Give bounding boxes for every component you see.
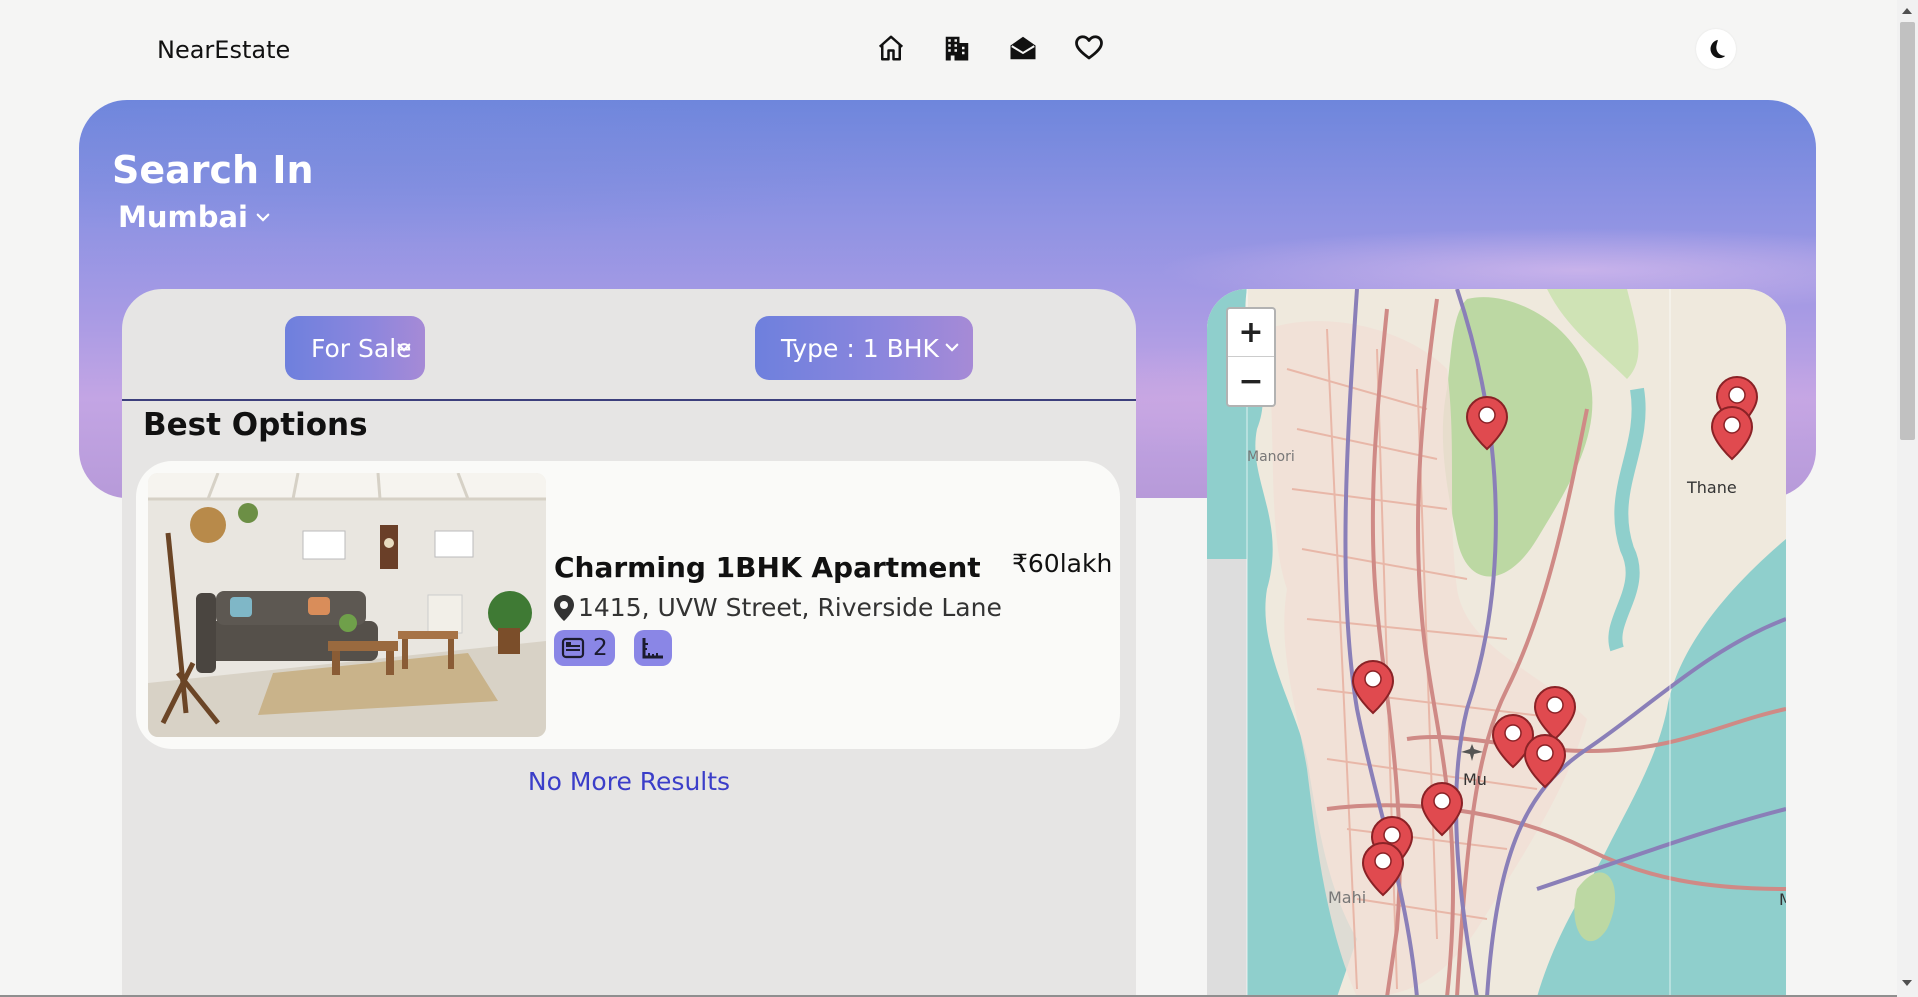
chevron-down-icon bbox=[256, 213, 270, 222]
moon-icon bbox=[1710, 39, 1726, 59]
scroll-up-arrow[interactable] bbox=[1902, 8, 1912, 14]
map-marker-pin bbox=[1362, 842, 1404, 896]
chevron-down-icon bbox=[397, 343, 411, 352]
hero-title: Search In bbox=[112, 148, 314, 192]
location-pin-icon bbox=[554, 594, 574, 621]
map-markers bbox=[1352, 376, 1758, 896]
map-marker-pin bbox=[1466, 396, 1508, 450]
map-marker-pin bbox=[1711, 406, 1753, 460]
listing-type-select[interactable]: For Sale bbox=[285, 316, 425, 380]
building-icon[interactable] bbox=[939, 30, 975, 66]
property-card[interactable]: Charming 1BHK Apartment ₹60lakh 1415, UV… bbox=[136, 461, 1120, 749]
property-photo[interactable] bbox=[148, 473, 546, 737]
section-divider bbox=[122, 399, 1136, 401]
property-type-select[interactable]: Type : 1 BHK bbox=[755, 316, 973, 380]
map-marker-pin bbox=[1534, 686, 1576, 740]
property-address: 1415, UVW Street, Riverside Lane bbox=[554, 593, 1002, 622]
bathroom-count-badge: 2 bbox=[554, 630, 615, 666]
scrollbar-thumb[interactable] bbox=[1900, 22, 1915, 440]
theme-toggle-button[interactable] bbox=[1696, 29, 1736, 69]
scroll-down-arrow[interactable] bbox=[1902, 980, 1912, 986]
property-price: ₹60lakh bbox=[1012, 549, 1113, 578]
property-type-value: Type : 1 BHK bbox=[781, 333, 939, 363]
bathtub-icon bbox=[561, 637, 585, 659]
zoom-in-button[interactable]: + bbox=[1228, 309, 1274, 357]
section-title: Best Options bbox=[143, 407, 368, 443]
nav-icon-group bbox=[873, 30, 1107, 66]
home-icon[interactable] bbox=[873, 30, 909, 66]
property-features: 2 bbox=[554, 630, 672, 666]
map-zoom-control: + − bbox=[1226, 307, 1276, 407]
area-badge bbox=[633, 630, 672, 666]
bathroom-count: 2 bbox=[593, 635, 608, 661]
page-scrollbar[interactable] bbox=[1897, 0, 1918, 997]
no-more-results: No More Results bbox=[527, 767, 731, 796]
zoom-out-button[interactable]: − bbox=[1228, 357, 1274, 405]
map-marker-pin bbox=[1421, 782, 1463, 836]
property-title[interactable]: Charming 1BHK Apartment bbox=[554, 551, 981, 584]
results-panel: For Sale Type : 1 BHK Best Options Charm… bbox=[122, 289, 1136, 997]
map-marker-pin bbox=[1524, 734, 1566, 788]
heart-icon[interactable] bbox=[1071, 30, 1107, 66]
top-navigation: NearEstate bbox=[0, 0, 1898, 100]
property-address-text: 1415, UVW Street, Riverside Lane bbox=[578, 593, 1002, 622]
brand-logo[interactable]: NearEstate bbox=[157, 36, 290, 64]
envelope-open-icon[interactable] bbox=[1005, 30, 1041, 66]
map-panel[interactable]: Manori Thane Mu Mahi M + − bbox=[1207, 289, 1786, 997]
chevron-down-icon bbox=[945, 343, 959, 352]
area-ruler-icon bbox=[642, 638, 663, 659]
city-selector[interactable]: Mumbai bbox=[118, 200, 272, 234]
city-name: Mumbai bbox=[118, 200, 248, 234]
map-marker-pin bbox=[1352, 660, 1394, 714]
